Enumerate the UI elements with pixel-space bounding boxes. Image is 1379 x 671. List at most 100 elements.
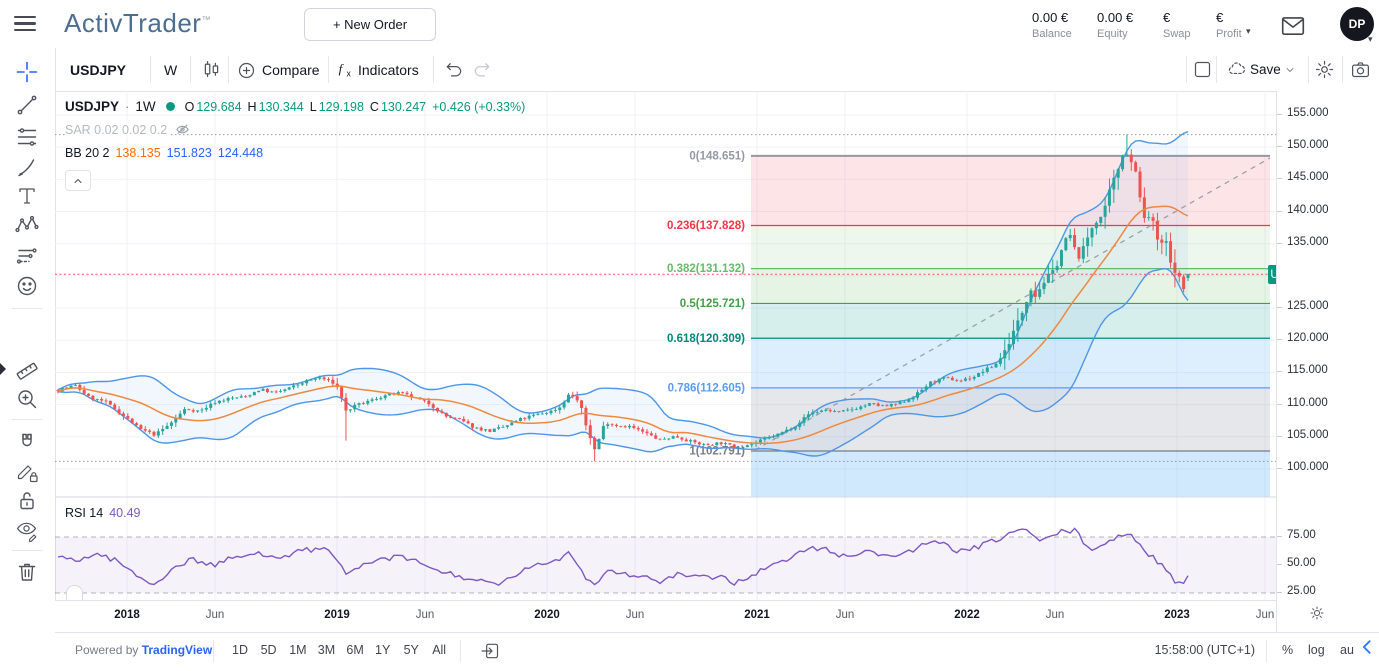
clock[interactable]: 15:58:00 (UTC+1) [1140,643,1255,657]
bb-legend[interactable]: BB 20 2 138.135 151.823 124.448 [65,146,263,160]
price-axis[interactable]: 155.000150.000145.000140.000135.000125.0… [1276,91,1379,632]
time-axis[interactable]: 2018Jun2019Jun2020Jun2021Jun2022Jun2023J… [55,600,1276,633]
stat-label: Balance [1032,28,1092,40]
emoji-icon[interactable] [15,274,39,298]
stat-swap: € Swap [1163,10,1223,40]
long-short-position-icon[interactable] [15,244,39,268]
profit-caret-icon[interactable]: ▾ [1246,26,1251,37]
brush-icon[interactable] [15,155,39,179]
gear-icon[interactable] [1314,59,1335,80]
price-axis-label: 105.000 [1287,429,1329,441]
axis-settings-icon[interactable] [1308,604,1326,622]
time-axis-label-jun: Jun [1256,609,1275,621]
ruler-icon[interactable] [15,357,39,381]
auto-scale-button[interactable]: au [1336,641,1358,659]
legend-collapse-button[interactable] [65,170,91,191]
time-axis-label-2023: 2023 [1164,609,1190,621]
price-axis-label: 120.000 [1287,332,1329,344]
range-button-3m[interactable]: 3M [314,641,339,659]
activtrader-app: ActivTrader™ + New Order 0.00 €Balance0.… [0,0,1379,671]
compare-plus-icon[interactable] [236,60,257,81]
fib-retracement-icon[interactable] [15,125,39,149]
zoom-in-icon[interactable] [15,387,39,411]
time-axis-label-jun: Jun [1046,609,1065,621]
stat-equity: 0.00 €Equity [1097,10,1157,40]
eye-slash-icon[interactable] [175,122,190,137]
layout-button[interactable] [1192,59,1213,80]
powered-by: Powered by TradingView [75,643,212,657]
time-axis-label-2022: 2022 [954,609,980,621]
indicators-button[interactable]: Indicators [358,48,419,91]
stat-balance: 0.00 € Balance [1032,10,1092,40]
fib-label-0: 0(148.651) [689,150,745,162]
rsi-axis-label: 25.00 [1287,585,1316,597]
candle-style-icon[interactable] [201,59,222,80]
price-axis-label: 100.000 [1287,461,1329,473]
time-axis-label-jun: Jun [626,609,645,621]
undo-icon[interactable] [444,60,464,80]
log-scale-button[interactable]: log [1304,641,1329,659]
crosshair-icon[interactable] [15,60,39,84]
text-icon[interactable] [15,184,39,208]
rsi-axis-label: 50.00 [1287,557,1316,569]
redo-icon[interactable] [472,60,492,80]
symbol-button[interactable]: USDJPY [70,48,126,91]
trend-line-icon[interactable] [15,93,39,117]
hide-drawings-icon[interactable] [15,519,39,543]
time-axis-label-jun: Jun [206,609,225,621]
trash-icon[interactable] [15,560,39,584]
fib-label-0.236: 0.236(137.828) [667,220,745,232]
range-button-6m[interactable]: 6M [342,641,367,659]
time-axis-label-2020: 2020 [534,609,560,621]
fib-label-0.618: 0.618(120.309) [667,333,745,345]
new-order-button[interactable]: + New Order [304,8,436,41]
price-axis-label: 110.000 [1287,397,1328,409]
stat-label: Swap [1163,28,1223,40]
range-button-5d[interactable]: 5D [257,641,281,659]
toolbar-handle-icon[interactable] [0,363,6,375]
rsi-axis-label: 75.00 [1287,529,1316,541]
stat-value: € [1163,10,1223,25]
symbol-legend[interactable]: USDJPY · 1W O129.684 H130.344 L129.198 C… [65,99,525,114]
range-button-1m[interactable]: 1M [285,641,310,659]
save-cloud-icon[interactable] [1226,59,1247,80]
mail-icon[interactable] [1280,13,1306,39]
save-chevron-icon[interactable] [1284,64,1296,76]
stat-value: 0.00 € [1097,10,1157,25]
edit-lock-icon[interactable] [15,460,39,484]
fib-label-0.5: 0.5(125.721) [680,298,745,310]
interval-button[interactable]: W [164,48,177,91]
tradingview-link[interactable]: TradingView [142,643,212,657]
price-chart[interactable]: 0(148.651) 0.236(137.828) 0.382(131.132) 0.… [55,91,1276,600]
camera-icon[interactable] [1350,59,1371,80]
rsi-legend[interactable]: RSI 14 40.49 [65,506,141,520]
legend-symbol: USDJPY [65,99,119,114]
fib-label-0.786: 0.786(112.605) [668,382,746,394]
range-button-all[interactable]: All [428,641,450,659]
legend-interval: 1W [135,99,155,114]
save-button[interactable]: Save [1250,48,1281,91]
percent-scale-button[interactable]: % [1278,641,1297,659]
time-axis-label-jun: Jun [416,609,435,621]
menu-icon[interactable] [14,16,36,32]
range-button-5y[interactable]: 5Y [400,641,423,659]
range-button-1y[interactable]: 1Y [371,641,394,659]
app-logo: ActivTrader™ [64,8,211,39]
fx-indicators-icon[interactable]: fx [336,59,357,80]
compare-button[interactable]: Compare [262,48,320,91]
price-axis-label: 125.000 [1287,300,1329,312]
expand-panel-icon[interactable] [1358,637,1378,657]
range-button-1d[interactable]: 1D [228,641,252,659]
lock-icon[interactable] [15,489,39,513]
sar-legend[interactable]: SAR 0.02 0.02 0.2 [65,122,190,137]
price-axis-label: 155.000 [1287,107,1329,119]
xabcd-pattern-icon[interactable] [15,214,39,238]
fib-label-0.382: 0.382(131.132) [667,263,745,275]
price-axis-label: 115.000 [1287,364,1328,376]
stat-value: 0.00 € [1032,10,1092,25]
svg-text:f: f [339,61,345,76]
magnet-icon[interactable] [15,431,39,455]
avatar-caret-icon[interactable]: ▾ [1368,34,1373,45]
svg-text:x: x [347,69,352,79]
go-to-date-icon[interactable] [480,641,500,661]
